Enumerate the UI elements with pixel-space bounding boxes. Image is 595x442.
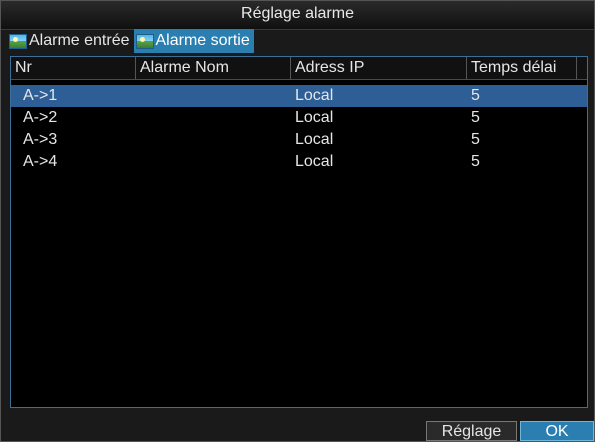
window-title: Réglage alarme [241, 5, 354, 22]
header-scroll-stub [576, 57, 587, 79]
table-row[interactable]: A->3 Local 5 [11, 129, 587, 151]
column-header-nr[interactable]: Nr [11, 57, 136, 79]
landscape-image-icon [9, 33, 27, 49]
cell-adress-ip: Local [295, 131, 334, 148]
column-header-temps-delai[interactable]: Temps délai [467, 57, 577, 79]
tab-alarme-entree[interactable]: Alarme entrée [7, 29, 134, 53]
cell-nr: A->2 [23, 109, 58, 126]
cell-nr: A->1 [23, 87, 58, 104]
cell-temps-delai: 5 [471, 109, 480, 126]
landscape-image-icon [135, 33, 154, 49]
title-bar: Réglage alarme [1, 1, 594, 30]
tab-label: Alarme entrée [29, 32, 130, 49]
cell-nr: A->4 [23, 153, 58, 170]
table-header: Nr Alarme Nom Adress IP Temps délai [11, 57, 587, 80]
cell-adress-ip: Local [295, 109, 334, 126]
cell-adress-ip: Local [295, 87, 334, 104]
table-row[interactable]: A->4 Local 5 [11, 151, 587, 173]
column-header-adress-ip[interactable]: Adress IP [291, 57, 467, 79]
cell-adress-ip: Local [295, 153, 334, 170]
tab-bar: Alarme entrée Alarme sortie [7, 29, 254, 53]
button-bar: Réglage OK [1, 411, 594, 441]
reglage-button[interactable]: Réglage [426, 421, 517, 441]
ok-button[interactable]: OK [520, 421, 594, 441]
cell-temps-delai: 5 [471, 153, 480, 170]
tab-alarme-sortie[interactable]: Alarme sortie [133, 29, 254, 53]
column-header-alarme-nom[interactable]: Alarme Nom [136, 57, 291, 79]
alarm-settings-window: Réglage alarme Alarme entrée Alarme sort… [0, 0, 595, 442]
cell-nr: A->3 [23, 131, 58, 148]
alarm-output-table: Nr Alarme Nom Adress IP Temps délai A->1… [10, 56, 588, 408]
table-row[interactable]: A->2 Local 5 [11, 107, 587, 129]
tab-label: Alarme sortie [155, 32, 250, 49]
table-row[interactable]: A->1 Local 5 [11, 85, 587, 107]
cell-temps-delai: 5 [471, 87, 480, 104]
cell-temps-delai: 5 [471, 131, 480, 148]
